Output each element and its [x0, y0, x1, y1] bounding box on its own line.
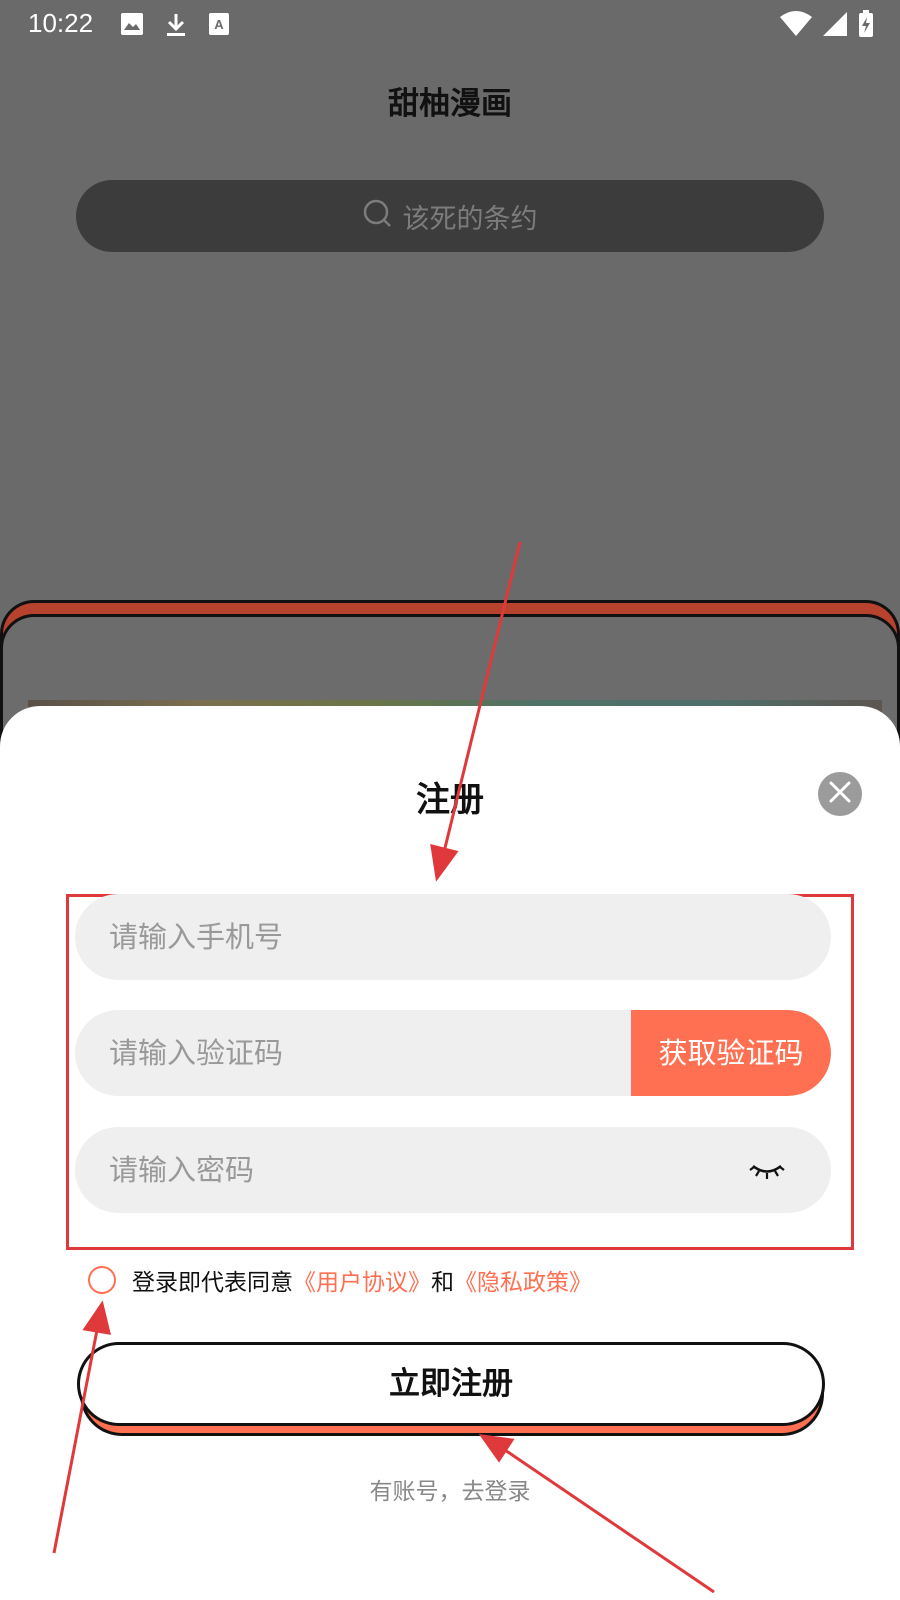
battery-charging-icon [858, 10, 874, 38]
code-field[interactable]: 获取验证码 [75, 1010, 831, 1096]
code-input[interactable] [109, 1010, 609, 1096]
signal-icon [822, 11, 848, 37]
login-link[interactable]: 有账号，去登录 [0, 1472, 900, 1506]
image-icon [120, 12, 144, 38]
password-field[interactable] [75, 1127, 831, 1213]
text-a-icon: A [208, 12, 230, 38]
phone-input[interactable] [109, 894, 749, 980]
phone-field[interactable] [75, 894, 831, 980]
agreement-prefix: 登录即代表同意 [132, 1270, 293, 1296]
download-icon [164, 12, 188, 38]
search-icon [363, 199, 393, 233]
status-time: 10:22 [28, 8, 94, 38]
agreement-row: 登录即代表同意 《用户协议》 和 《隐私政策》 [88, 1264, 592, 1296]
svg-text:A: A [214, 17, 224, 32]
agreement-and: 和 [431, 1270, 454, 1296]
password-input[interactable] [109, 1127, 749, 1213]
app-title: 甜柚漫画 [388, 86, 512, 122]
privacy-policy-link[interactable]: 《隐私政策》 [454, 1263, 592, 1297]
register-button[interactable]: 立即注册 [77, 1342, 825, 1426]
close-button[interactable] [818, 772, 862, 816]
sheet-title: 注册 [416, 780, 484, 820]
form-highlight-box: 获取验证码 [66, 894, 854, 1250]
wifi-icon [780, 11, 812, 37]
search-placeholder: 该死的条约 [402, 203, 538, 235]
status-bar: 10:22 A [0, 0, 900, 48]
search-bar[interactable]: 该死的条约 [76, 180, 824, 252]
user-agreement-link[interactable]: 《用户协议》 [293, 1263, 431, 1297]
agreement-radio[interactable] [88, 1266, 116, 1294]
get-code-button[interactable]: 获取验证码 [631, 1010, 831, 1096]
register-sheet: 注册 获取验证码 登录即代表同意 《用户协议》 和 《隐私政策 [0, 706, 900, 1600]
close-icon [828, 780, 852, 808]
eye-closed-icon[interactable] [747, 1155, 787, 1185]
